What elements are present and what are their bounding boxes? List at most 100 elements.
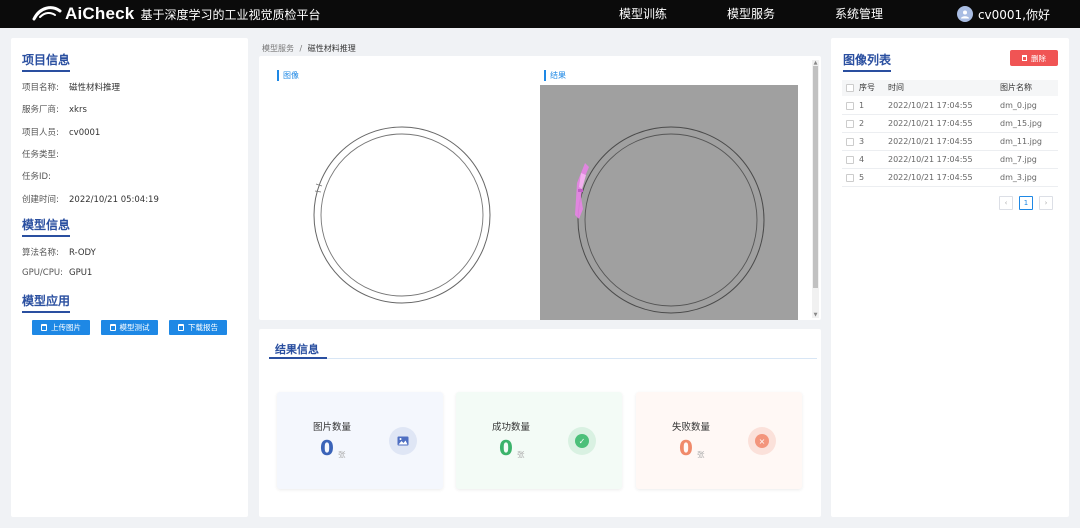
- algorithm-value: R-ODY: [69, 248, 96, 258]
- project-name-value: 磁性材料推理: [69, 83, 121, 93]
- row-index: 1: [859, 101, 865, 110]
- delete-button[interactable]: 删除: [1010, 50, 1058, 66]
- top-bar: AiCheck 基于深度学习的工业视觉质检平台 模型训练 模型服务 系统管理 c…: [0, 0, 1080, 28]
- logo-swoosh-icon: [32, 6, 62, 21]
- created-time-value: 2022/10/21 05:04:19: [69, 195, 159, 205]
- model-test-button[interactable]: 模型测试: [101, 320, 158, 335]
- image-count-card: 图片数量 0 张: [277, 392, 443, 489]
- test-icon: [109, 324, 116, 331]
- project-member-value: cv0001: [69, 128, 101, 138]
- viewer-scrollbar-thumb[interactable]: [813, 66, 818, 288]
- failure-count-label: 失败数量: [672, 422, 711, 433]
- project-info-title: 项目信息: [22, 51, 71, 72]
- user-icon: [960, 10, 969, 19]
- row-time: 2022/10/21 17:04:55: [888, 101, 973, 110]
- row-name: dm_0.jpg: [1000, 101, 1037, 110]
- column-time: 时间: [888, 83, 904, 92]
- algorithm-label: 算法名称:: [22, 248, 59, 258]
- pagination-page-1[interactable]: 1: [1019, 196, 1033, 210]
- logo[interactable]: AiCheck 基于深度学习的工业视觉质检平台: [32, 3, 320, 25]
- result-label: 结果: [544, 70, 566, 81]
- result-ring: [577, 126, 765, 314]
- project-name-label: 项目名称:: [22, 83, 59, 93]
- user-menu[interactable]: cv0001,你好: [956, 4, 1050, 24]
- success-icon-wrap: ✓: [568, 427, 596, 455]
- pagination-next-icon[interactable]: ›: [1039, 196, 1053, 210]
- cross-icon: ×: [755, 434, 769, 448]
- task-type-row: 任务类型:: [22, 148, 69, 160]
- platform-name: 基于深度学习的工业视觉质检平台: [140, 7, 321, 22]
- project-panel: 项目信息 项目名称: 磁性材料推理 服务厂商: xkrs 项目人员: cv0001 任…: [11, 38, 248, 517]
- upload-image-button[interactable]: 上传图片: [32, 320, 90, 335]
- image-count-label: 图片数量: [313, 422, 352, 433]
- task-id-label: 任务ID:: [22, 172, 51, 182]
- select-all-checkbox[interactable]: [846, 84, 854, 92]
- project-member-row: 项目人员: cv0001: [22, 126, 100, 138]
- nav-model-training[interactable]: 模型训练: [619, 0, 667, 28]
- vendor-row: 服务厂商: xkrs: [22, 103, 87, 115]
- row-checkbox[interactable]: [846, 120, 854, 128]
- image-list-title: 图像列表: [843, 51, 892, 72]
- model-test-label: 模型测试: [119, 323, 150, 332]
- row-checkbox[interactable]: [846, 156, 854, 164]
- delete-label: 删除: [1031, 53, 1046, 63]
- vendor-label: 服务厂商:: [22, 105, 59, 115]
- download-report-label: 下载报告: [188, 323, 218, 332]
- row-index: 2: [859, 119, 865, 128]
- source-image: [313, 126, 491, 304]
- failure-count-value: 0: [679, 436, 693, 460]
- image-list-panel: 图像列表 删除 序号 时间 图片名称 1 2022/10/21 17:04:55…: [831, 38, 1069, 517]
- row-checkbox[interactable]: [846, 174, 854, 182]
- picture-icon: [397, 436, 409, 446]
- project-name-row: 项目名称: 磁性材料推理: [22, 81, 120, 93]
- image-count-value: 0: [320, 436, 334, 460]
- task-type-label: 任务类型:: [22, 150, 59, 160]
- table-row[interactable]: 1 2022/10/21 17:04:55 dm_0.jpg: [842, 97, 1058, 115]
- failure-count-unit: 张: [697, 450, 705, 459]
- task-id-row: 任务ID:: [22, 170, 69, 182]
- image-count-icon-wrap: [389, 427, 417, 455]
- table-row[interactable]: 5 2022/10/21 17:04:55 dm_3.jpg: [842, 169, 1058, 187]
- result-image: [540, 85, 798, 320]
- created-time-label: 创建时间:: [22, 195, 59, 205]
- success-count-value: 0: [499, 436, 513, 460]
- download-report-button[interactable]: 下载报告: [169, 320, 227, 335]
- row-name: dm_15.jpg: [1000, 119, 1042, 128]
- row-checkbox[interactable]: [846, 102, 854, 110]
- breadcrumb-current: 磁性材料推理: [307, 44, 356, 53]
- success-count-unit: 张: [517, 450, 525, 459]
- check-icon: ✓: [575, 434, 589, 448]
- nav-system-management[interactable]: 系统管理: [835, 0, 883, 28]
- failure-icon-wrap: ×: [748, 427, 776, 455]
- scroll-down-icon[interactable]: ▼: [812, 312, 819, 318]
- gpu-cpu-row: GPU/CPU: GPU1: [22, 268, 92, 278]
- created-time-row: 创建时间: 2022/10/21 05:04:19: [22, 193, 159, 205]
- row-name: dm_3.jpg: [1000, 173, 1037, 182]
- download-icon: [178, 324, 184, 331]
- row-time: 2022/10/21 17:04:55: [888, 155, 973, 164]
- table-row[interactable]: 3 2022/10/21 17:04:55 dm_11.jpg: [842, 133, 1058, 151]
- result-divider: [269, 358, 817, 359]
- table-row[interactable]: 2 2022/10/21 17:04:55 dm_15.jpg: [842, 115, 1058, 133]
- gpu-cpu-value: GPU1: [69, 268, 93, 278]
- pagination-prev-icon[interactable]: ‹: [999, 196, 1013, 210]
- result-title-underline: [269, 357, 327, 359]
- vendor-value: xkrs: [69, 105, 87, 115]
- upload-image-label: 上传图片: [51, 323, 81, 332]
- logo-text: AiCheck: [65, 4, 135, 23]
- result-info-title: 结果信息: [275, 343, 319, 356]
- row-time: 2022/10/21 17:04:55: [888, 173, 973, 182]
- upload-icon: [41, 324, 47, 331]
- result-info-panel: 结果信息 图片数量 0 张 成功数量 0 张 ✓ 失败数量 0 张 ×: [259, 329, 821, 517]
- row-index: 3: [859, 137, 865, 146]
- breadcrumb-parent[interactable]: 模型服务: [262, 44, 294, 53]
- table-row[interactable]: 4 2022/10/21 17:04:55 dm_7.jpg: [842, 151, 1058, 169]
- row-checkbox[interactable]: [846, 138, 854, 146]
- row-time: 2022/10/21 17:04:55: [888, 119, 973, 128]
- column-name: 图片名称: [1000, 83, 1032, 92]
- gpu-cpu-label: GPU/CPU:: [22, 268, 63, 278]
- image-count-unit: 张: [338, 450, 346, 459]
- nav-model-service[interactable]: 模型服务: [727, 0, 775, 28]
- row-index: 5: [859, 173, 865, 182]
- column-index: 序号: [859, 83, 875, 92]
